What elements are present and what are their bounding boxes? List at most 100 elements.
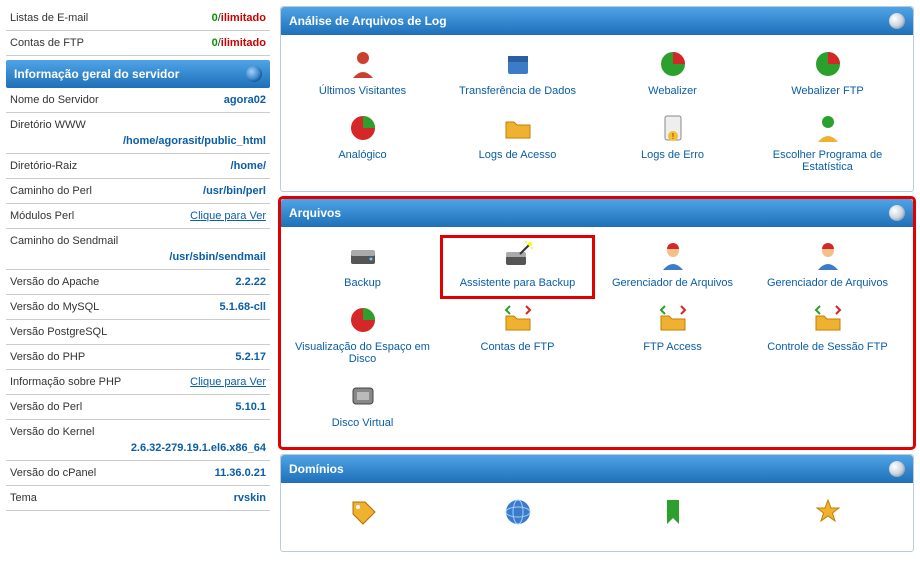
person-red-icon bbox=[346, 47, 380, 81]
feature-item[interactable] bbox=[440, 491, 595, 543]
worker-icon bbox=[811, 239, 845, 273]
feature-label: Controle de Sessão FTP bbox=[752, 341, 903, 353]
group-items bbox=[281, 483, 913, 551]
server-info-label: Versão do Kernel bbox=[10, 426, 266, 438]
feature-label: Analógico bbox=[287, 149, 438, 161]
server-info-value: /usr/bin/perl bbox=[92, 185, 266, 197]
feature-label: Transferência de Dados bbox=[442, 85, 593, 97]
server-info-label: Diretório WWW bbox=[10, 119, 266, 131]
group-title: Domínios bbox=[289, 462, 344, 476]
group-header[interactable]: Arquivos bbox=[281, 199, 913, 227]
feature-item[interactable]: Controle de Sessão FTP bbox=[750, 299, 905, 375]
server-info-value: /usr/sbin/sendmail bbox=[10, 251, 266, 263]
server-info-row: Módulos PerlClique para Ver bbox=[6, 204, 270, 229]
feature-label: Webalizer FTP bbox=[752, 85, 903, 97]
group-header[interactable]: Análise de Arquivos de Log bbox=[281, 7, 913, 35]
feature-item[interactable]: ! Logs de Erro bbox=[595, 107, 750, 183]
hdd-icon bbox=[346, 239, 380, 273]
group-header[interactable]: Domínios bbox=[281, 455, 913, 483]
collapse-icon[interactable] bbox=[889, 461, 905, 477]
feature-item[interactable]: Últimos Visitantes bbox=[285, 43, 440, 107]
sidebar: Listas de E-mail0/ilimitadoContas de FTP… bbox=[6, 6, 270, 558]
feature-item[interactable]: Gerenciador de Arquivos bbox=[595, 235, 750, 299]
feature-item[interactable]: Contas de FTP bbox=[440, 299, 595, 375]
feature-item[interactable]: Gerenciador de Arquivos bbox=[750, 235, 905, 299]
server-info-row: Informação sobre PHPClique para Ver bbox=[6, 370, 270, 395]
person-green-icon bbox=[811, 111, 845, 145]
server-info-label: Versão do MySQL bbox=[10, 301, 99, 313]
server-info-title: Informação geral do servidor bbox=[14, 67, 179, 81]
server-info-row: Caminho do Perl/usr/bin/perl bbox=[6, 179, 270, 204]
server-info-label: Versão PostgreSQL bbox=[10, 326, 107, 338]
server-info-label: Informação sobre PHP bbox=[10, 376, 121, 388]
feature-item[interactable]: Assistente para Backup bbox=[440, 235, 595, 299]
server-info-value: /home/agorasit/public_html bbox=[10, 135, 266, 147]
stat-row: Contas de FTP0/ilimitado bbox=[6, 31, 270, 56]
feature-item[interactable]: Backup bbox=[285, 235, 440, 299]
feature-item[interactable] bbox=[750, 491, 905, 543]
feature-item[interactable]: Visualização do Espaço em Disco bbox=[285, 299, 440, 375]
feature-item[interactable] bbox=[595, 491, 750, 543]
server-info-label: Módulos Perl bbox=[10, 210, 74, 222]
stat-value: 0/ilimitado bbox=[212, 37, 266, 49]
folder-arrows-icon bbox=[501, 303, 535, 337]
globe-icon bbox=[501, 495, 535, 529]
feature-label: Escolher Programa de Estatística bbox=[752, 149, 903, 173]
server-info-label: Versão do Perl bbox=[10, 401, 82, 413]
server-info-row: Diretório WWW/home/agorasit/public_html bbox=[6, 113, 270, 154]
server-info-value[interactable]: Clique para Ver bbox=[121, 376, 266, 388]
server-info-value[interactable]: Clique para Ver bbox=[74, 210, 266, 222]
feature-item[interactable]: Escolher Programa de Estatística bbox=[750, 107, 905, 183]
pie-red-green-icon bbox=[811, 47, 845, 81]
server-info-row: Nome do Servidoragora02 bbox=[6, 88, 270, 113]
feature-item[interactable] bbox=[285, 491, 440, 543]
main-content: Análise de Arquivos de Log Últimos Visita… bbox=[280, 6, 914, 558]
server-info-row: Diretório-Raiz/home/ bbox=[6, 154, 270, 179]
server-info-row: Versão do MySQL5.1.68-cll bbox=[6, 295, 270, 320]
feature-item[interactable]: FTP Access bbox=[595, 299, 750, 375]
pie-green-red-icon bbox=[346, 303, 380, 337]
server-info-row: Versão do Perl5.10.1 bbox=[6, 395, 270, 420]
star-icon bbox=[811, 495, 845, 529]
group-title: Arquivos bbox=[289, 206, 341, 220]
feature-group: Arquivos Backup Assistente para Backup Gere… bbox=[280, 198, 914, 448]
server-info-value: /home/ bbox=[77, 160, 266, 172]
feature-label: Visualização do Espaço em Disco bbox=[287, 341, 438, 365]
server-info-header[interactable]: Informação geral do servidor bbox=[6, 60, 270, 88]
disk-icon bbox=[346, 379, 380, 413]
feature-item[interactable]: Transferência de Dados bbox=[440, 43, 595, 107]
feature-label: FTP Access bbox=[597, 341, 748, 353]
feature-label: Gerenciador de Arquivos bbox=[752, 277, 903, 289]
feature-label: Logs de Acesso bbox=[442, 149, 593, 161]
server-info-value: 2.2.22 bbox=[99, 276, 266, 288]
server-info-label: Tema bbox=[10, 492, 37, 504]
pie-red-green-icon bbox=[656, 47, 690, 81]
feature-item[interactable]: Analógico bbox=[285, 107, 440, 183]
group-items: Últimos VisitantesTransferência de Dados… bbox=[281, 35, 913, 191]
feature-item[interactable]: Disco Virtual bbox=[285, 375, 440, 439]
server-info-value: agora02 bbox=[99, 94, 266, 106]
hdd-wand-icon bbox=[501, 239, 535, 273]
feature-item[interactable]: Webalizer bbox=[595, 43, 750, 107]
feature-label: Assistente para Backup bbox=[444, 277, 591, 289]
worker-icon bbox=[656, 239, 690, 273]
server-info-row: Versão do cPanel11.36.0.21 bbox=[6, 461, 270, 486]
feature-group: Domínios bbox=[280, 454, 914, 552]
clipboard-alert-icon: ! bbox=[656, 111, 690, 145]
collapse-icon[interactable] bbox=[246, 66, 262, 82]
server-info-label: Versão do PHP bbox=[10, 351, 85, 363]
pie-green-red-icon bbox=[346, 111, 380, 145]
group-title: Análise de Arquivos de Log bbox=[289, 14, 447, 28]
tag-icon bbox=[346, 495, 380, 529]
collapse-icon[interactable] bbox=[889, 205, 905, 221]
feature-label: Logs de Erro bbox=[597, 149, 748, 161]
feature-label: Disco Virtual bbox=[287, 417, 438, 429]
server-info-row: Temarvskin bbox=[6, 486, 270, 511]
box-blue-icon bbox=[501, 47, 535, 81]
server-info-label: Versão do cPanel bbox=[10, 467, 96, 479]
collapse-icon[interactable] bbox=[889, 13, 905, 29]
server-info-value: 5.10.1 bbox=[82, 401, 266, 413]
feature-item[interactable]: Webalizer FTP bbox=[750, 43, 905, 107]
feature-item[interactable]: Logs de Acesso bbox=[440, 107, 595, 183]
stat-value: 0/ilimitado bbox=[212, 12, 266, 24]
